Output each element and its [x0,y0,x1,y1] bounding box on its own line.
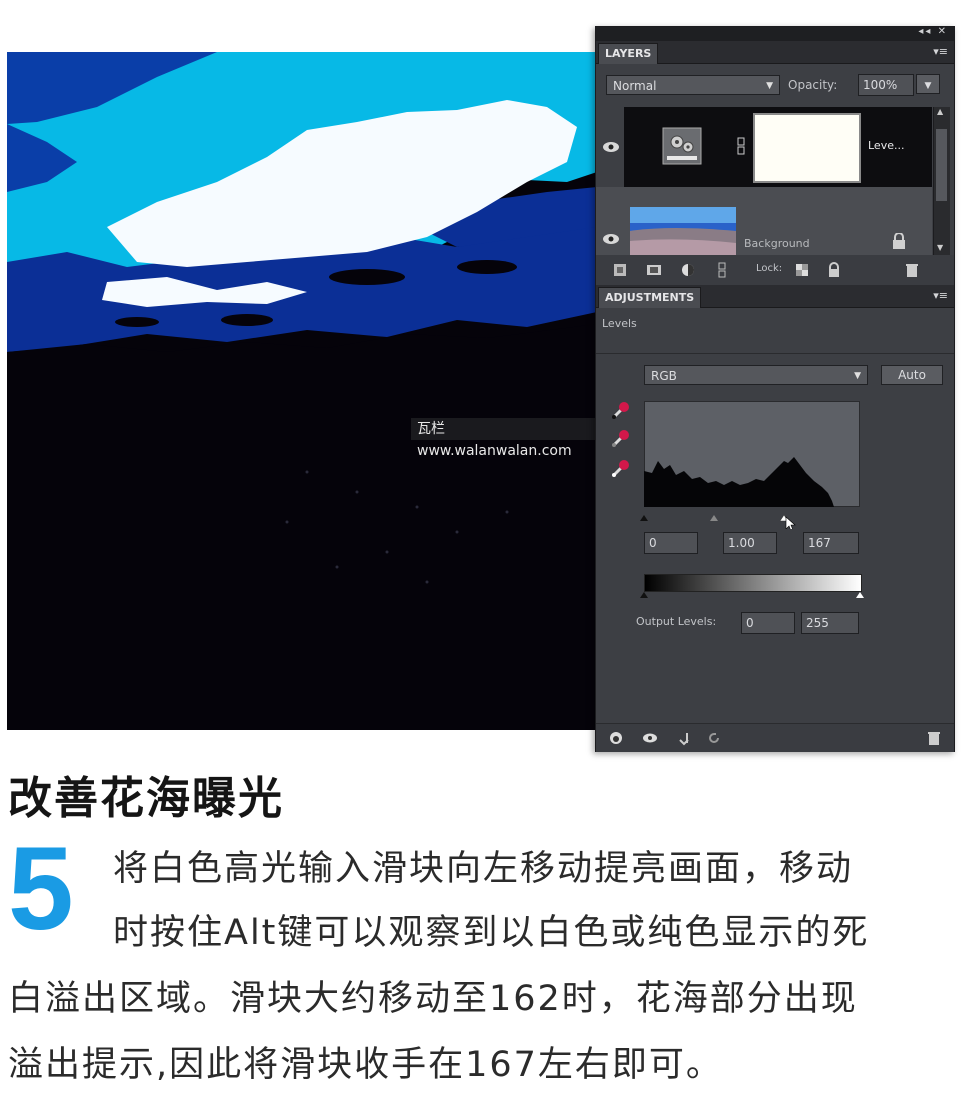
dock-title-bar[interactable]: ◂◂ ✕ [596,26,954,41]
adjustment-name: Levels [602,317,637,330]
sky-clipping-preview [7,52,597,730]
layers-panel-menu-icon[interactable]: ▾≡ [933,45,948,58]
body-line-2: 时按住Alt键可以观察到以白色或纯色显示的死 [113,913,870,953]
scroll-up-icon[interactable]: ▲ [937,107,943,116]
layer-list: Leve... Background [596,107,932,255]
eye-icon[interactable] [602,141,620,153]
output-levels-slider[interactable] [640,590,864,600]
output-levels-label: Output Levels: [636,615,717,628]
eye-icon[interactable] [642,730,658,746]
lock-all-icon[interactable] [826,262,842,278]
white-point-eyedropper-icon[interactable] [610,459,630,479]
eye-icon[interactable] [602,233,620,245]
new-layer-icon[interactable] [612,262,628,278]
opacity-field[interactable]: 100% [858,74,914,96]
auto-button[interactable]: Auto [881,365,943,385]
divider [596,353,954,354]
opacity-label: Opacity: [788,78,838,92]
layer-name-background: Background [744,237,810,250]
gray-point-eyedropper-icon[interactable] [610,429,630,449]
delete-adjustment-trash-icon[interactable] [926,730,942,746]
layer-name-levels: Leve... [868,139,905,152]
layers-scrollbar[interactable]: ▲ ▼ [933,107,950,255]
opacity-value: 100% [863,78,898,92]
new-group-icon[interactable] [646,262,662,278]
input-black-field[interactable]: 0 [644,532,698,554]
adjustment-layer-gear-icon [662,127,702,165]
chevron-down-icon: ▼ [924,81,932,91]
link-layers-icon[interactable] [714,262,730,278]
adjustment-layer-icon[interactable] [680,262,696,278]
clip-to-layer-icon[interactable] [608,730,624,746]
white-output-handle [856,592,864,598]
lock-transparent-icon[interactable] [794,262,810,278]
input-levels-slider[interactable] [640,509,864,529]
black-input-handle [640,515,648,521]
previous-state-icon[interactable] [676,730,692,746]
reset-icon[interactable] [706,730,722,746]
chevron-down-icon: ▼ [854,371,861,381]
output-white-field[interactable]: 255 [801,612,859,634]
chain-link-icon[interactable] [737,137,745,155]
delete-layer-trash-icon[interactable] [904,262,920,278]
scroll-down-icon[interactable]: ▼ [937,243,943,252]
mouse-cursor-icon [785,516,796,529]
layer-row-background[interactable]: Background [596,187,932,255]
tab-layers[interactable]: LAYERS [598,43,659,64]
scroll-thumb[interactable] [936,129,947,201]
channel-select[interactable]: RGB ▼ [644,365,868,385]
gamma-input-handle [710,515,718,521]
lock-icon [893,233,905,249]
output-black-value: 0 [746,616,754,630]
body-line-1: 将白色高光输入滑块向左移动提亮画面，移动 [113,849,854,889]
channel-value: RGB [651,369,677,383]
input-white-value: 167 [808,536,831,550]
adjustments-panel-menu-icon[interactable]: ▾≡ [933,289,948,302]
body-line-4: 溢出提示,因此将滑块收手在167左右即可。 [8,1045,723,1085]
layer-row-levels[interactable]: Leve... [596,107,932,187]
threshold-preview-image: 瓦栏 www.walanwalan.com [7,52,597,730]
input-black-value: 0 [649,536,657,550]
input-gamma-value: 1.00 [728,536,755,550]
dock-controls-icon[interactable]: ◂◂ ✕ [918,26,948,37]
tab-adjustments[interactable]: ADJUSTMENTS [598,287,702,308]
layer-mask-thumbnail[interactable] [753,113,861,183]
photoshop-panel-dock: ◂◂ ✕ LAYERS ▾≡ Normal ▼ Opacity: 100% ▼ [595,26,955,752]
levels-histogram [644,401,860,507]
opacity-dropdown-button[interactable]: ▼ [916,74,940,94]
adjustments-tab-bar: ADJUSTMENTS ▾≡ [596,285,954,308]
blend-mode-select[interactable]: Normal ▼ [606,75,780,95]
background-thumbnail[interactable] [630,207,736,255]
output-white-value: 255 [806,616,829,630]
output-black-field[interactable]: 0 [741,612,795,634]
adjustments-footer [596,723,954,752]
black-point-eyedropper-icon[interactable] [610,401,630,421]
input-white-field[interactable]: 167 [803,532,859,554]
section-heading: 改善花海曝光 [8,773,284,824]
lock-label: Lock: [756,263,783,274]
step-number: 5 [8,823,74,955]
blend-mode-value: Normal [613,79,657,93]
input-gamma-field[interactable]: 1.00 [723,532,777,554]
chevron-down-icon: ▼ [766,81,773,91]
layers-footer: Lock: [596,255,954,285]
body-line-3: 白溢出区域。滑块大约移动至162时，花海部分出现 [8,979,858,1019]
layers-tab-bar: LAYERS ▾≡ [596,41,954,64]
black-output-handle [640,592,648,598]
watermark: 瓦栏 www.walanwalan.com [411,418,597,459]
